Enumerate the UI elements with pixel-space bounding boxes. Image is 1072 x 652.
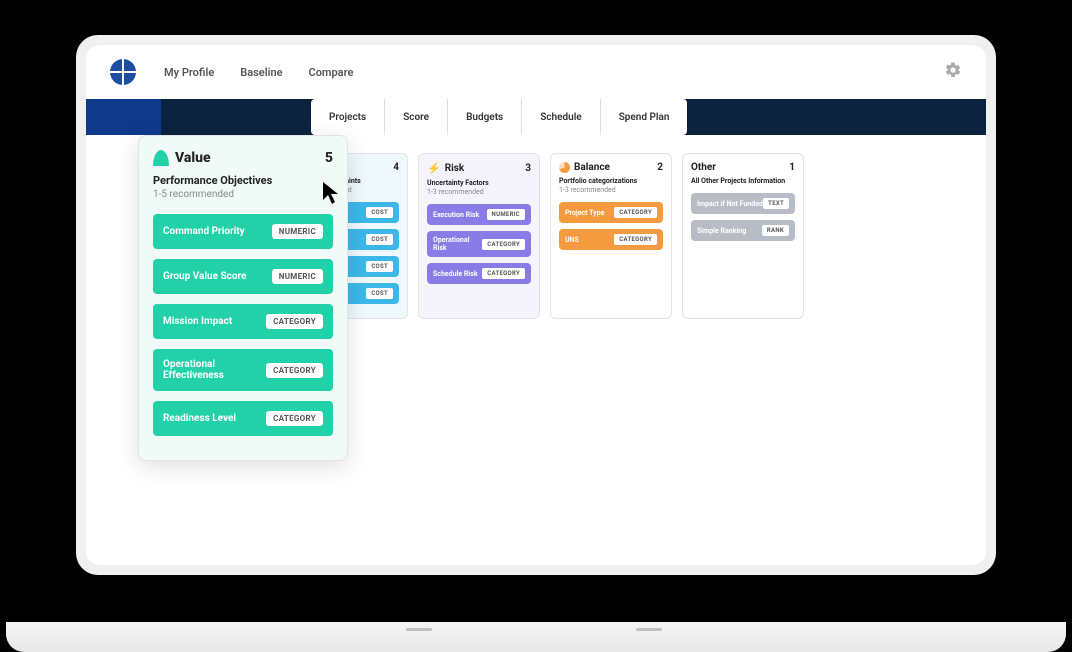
content-area: Cost 4 Portfolio Constraints 1-3 recomme…: [86, 135, 986, 337]
top-bar: My Profile Baseline Compare: [86, 45, 986, 99]
column-balance-count: 2: [657, 162, 663, 173]
column-balance-subtitle: Portfolio categorizations: [559, 177, 663, 185]
column-other-subtitle: All Other Projects Information: [691, 177, 795, 185]
top-links: My Profile Baseline Compare: [164, 66, 353, 79]
column-risk: ⚡ Risk 3 Uncertainty Factors 1-3 recomme…: [418, 153, 540, 319]
nav-band: Projects Score Budgets Schedule Spend Pl…: [86, 99, 986, 135]
column-risk-subtitle: Uncertainty Factors: [427, 179, 531, 187]
category-columns: Cost 4 Portfolio Constraints 1-3 recomme…: [286, 153, 966, 319]
value-card-recommend: 1-5 recommended: [153, 189, 333, 200]
settings-gear-icon[interactable]: [944, 61, 962, 83]
value-gauge-icon: [153, 150, 169, 166]
value-card-title: Value: [175, 150, 211, 166]
nav-compare[interactable]: Compare: [309, 66, 354, 79]
nav-band-accent: [86, 99, 161, 135]
tab-projects[interactable]: Projects: [311, 99, 385, 135]
column-balance-header: Balance 2: [559, 162, 663, 173]
value-expanded-card: Value 5 Performance Objectives 1-5 recom…: [138, 135, 348, 461]
section-tabs: Projects Score Budgets Schedule Spend Pl…: [311, 99, 687, 135]
risk-item-0[interactable]: Execution RiskNUMERIC: [427, 204, 531, 225]
risk-bolt-icon: ⚡: [427, 162, 441, 175]
column-other-count: 1: [789, 162, 795, 173]
column-risk-count: 3: [525, 163, 531, 174]
value-card-count: 5: [325, 150, 333, 166]
column-risk-recommend: 1-3 recommended: [427, 188, 531, 196]
tab-spendplan[interactable]: Spend Plan: [601, 99, 688, 135]
laptop-base: [6, 622, 1066, 652]
value-card-header: Value 5: [153, 150, 333, 166]
nav-baseline[interactable]: Baseline: [240, 66, 282, 79]
column-risk-header: ⚡ Risk 3: [427, 162, 531, 175]
laptop-frame: My Profile Baseline Compare Projects Sco…: [76, 35, 996, 575]
tab-score[interactable]: Score: [385, 99, 448, 135]
column-other-title: Other: [691, 162, 716, 173]
column-balance-recommend: 1-3 recommended: [559, 186, 663, 194]
balance-item-0[interactable]: Project TypeCATEGORY: [559, 202, 663, 223]
tab-budgets[interactable]: Budgets: [448, 99, 522, 135]
balance-item-1[interactable]: UNSCATEGORY: [559, 229, 663, 250]
value-item-4[interactable]: Readiness LevelCATEGORY: [153, 401, 333, 436]
column-balance: Balance 2 Portfolio categorizations 1-3 …: [550, 153, 672, 319]
value-card-subtitle: Performance Objectives: [153, 174, 333, 187]
other-item-0[interactable]: Impact if Not FundedTEXT: [691, 193, 795, 214]
column-balance-title: Balance: [574, 162, 610, 173]
value-item-3[interactable]: Operational EffectivenessCATEGORY: [153, 349, 333, 391]
tab-schedule[interactable]: Schedule: [522, 99, 600, 135]
column-other: Other 1 All Other Projects Information I…: [682, 153, 804, 319]
risk-item-1[interactable]: Operational RiskCATEGORY: [427, 231, 531, 257]
value-item-2[interactable]: Mission ImpactCATEGORY: [153, 304, 333, 339]
value-item-1[interactable]: Group Value ScoreNUMERIC: [153, 259, 333, 294]
column-other-header: Other 1: [691, 162, 795, 173]
app-screen: My Profile Baseline Compare Projects Sco…: [86, 45, 986, 565]
balance-pie-icon: [559, 162, 570, 173]
nav-my-profile[interactable]: My Profile: [164, 66, 214, 79]
app-logo-icon: [110, 59, 136, 85]
other-item-1[interactable]: Simple RankingRANK: [691, 220, 795, 241]
column-cost-count: 4: [393, 162, 399, 173]
risk-item-2[interactable]: Schedule RiskCATEGORY: [427, 263, 531, 284]
column-risk-title: Risk: [445, 163, 465, 174]
value-item-0[interactable]: Command PriorityNUMERIC: [153, 214, 333, 249]
